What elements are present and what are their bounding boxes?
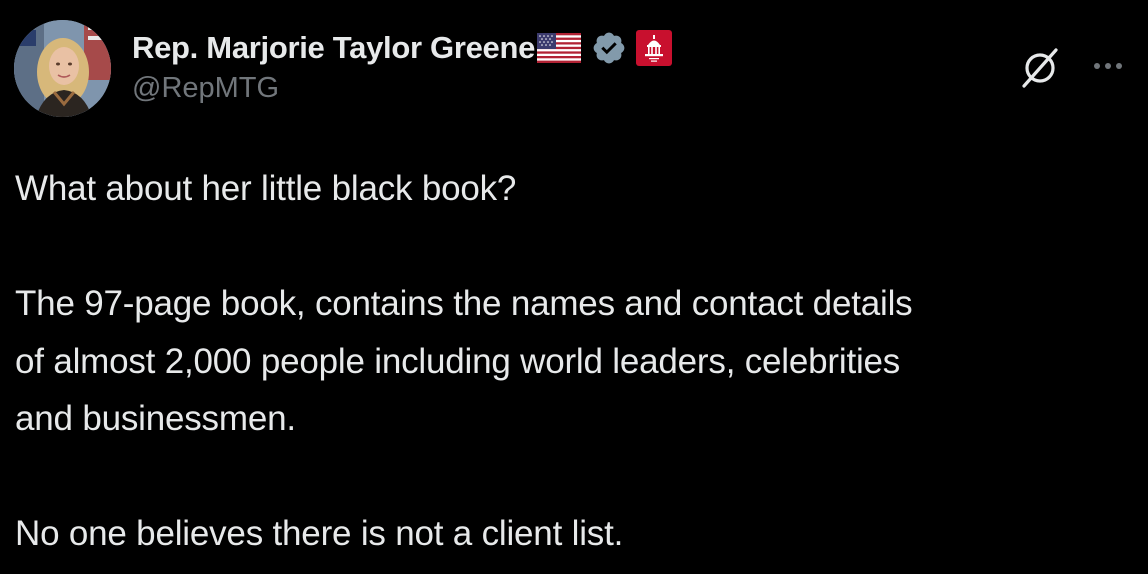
tweet-text-line: What about her little black book? (15, 169, 517, 208)
author-handle[interactable]: @RepMTG (132, 72, 673, 105)
more-options-icon[interactable] (1088, 48, 1128, 84)
avatar-image (14, 20, 111, 117)
tweet-text-line: and businessmen. (15, 399, 296, 438)
us-flag-icon (537, 33, 582, 63)
tweet-text: What about her little black book? The 97… (15, 160, 1135, 563)
us-capitol-badge-icon[interactable] (635, 29, 673, 67)
tweet-header: Rep. Marjorie Taylor Greene @RepMTG (14, 20, 1134, 120)
name-row: Rep. Marjorie Taylor Greene (132, 26, 673, 70)
tweet-card: Rep. Marjorie Taylor Greene @RepMTG What… (0, 0, 1148, 574)
grok-icon[interactable] (1018, 46, 1062, 90)
verified-badge-icon[interactable] (591, 30, 627, 66)
tweet-text-line: No one believes there is not a client li… (15, 514, 624, 553)
display-name[interactable]: Rep. Marjorie Taylor Greene (132, 30, 535, 66)
tweet-text-line: of almost 2,000 people including world l… (15, 341, 901, 381)
author-identity: Rep. Marjorie Taylor Greene @RepMTG (132, 26, 673, 116)
avatar[interactable] (14, 20, 111, 117)
tweet-text-line: The 97-page book, contains the names and… (15, 284, 913, 323)
